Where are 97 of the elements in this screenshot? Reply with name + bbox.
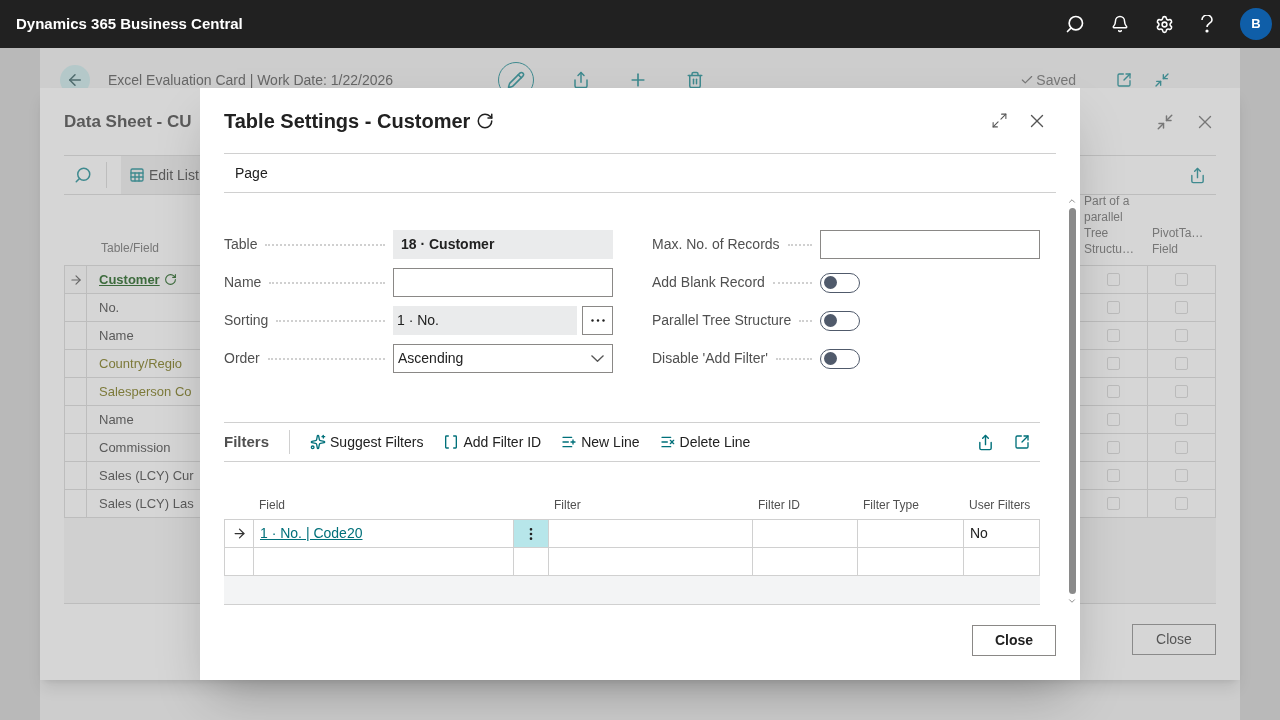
collapse-icon[interactable] — [1156, 112, 1174, 131]
current-row-arrow-icon — [68, 272, 83, 287]
table-field-cell[interactable]: Sales (LCY) Las — [87, 490, 200, 517]
row-menu-cell[interactable] — [514, 520, 549, 547]
checkbox[interactable] — [1107, 441, 1120, 454]
expand-icon[interactable] — [1014, 434, 1030, 450]
filter-action-button[interactable]: Delete Line — [659, 431, 751, 453]
table-field-cell[interactable]: Customer — [87, 266, 200, 293]
checkbox[interactable] — [1107, 385, 1120, 398]
field-label: Name — [224, 273, 262, 292]
checkbox[interactable] — [1175, 357, 1188, 370]
action-icon — [659, 434, 676, 450]
table-field-cell[interactable]: Name — [87, 406, 200, 433]
toggle-switch[interactable] — [820, 310, 860, 331]
field-label: Sorting — [224, 311, 269, 330]
input-field[interactable] — [393, 268, 613, 297]
checkbox[interactable] — [1175, 413, 1188, 426]
field-label: Table — [224, 235, 258, 254]
column-header: Filter — [553, 497, 582, 513]
user-avatar[interactable]: B — [1240, 8, 1272, 40]
input-field[interactable] — [820, 230, 1040, 259]
share-icon[interactable] — [977, 433, 994, 451]
action-icon — [561, 434, 578, 450]
filters-title: Filters — [224, 431, 269, 452]
table-row[interactable]: 1 · No. | Code20 No — [225, 520, 1040, 548]
refresh-icon — [163, 273, 177, 286]
sorting-field: 1 · No. — [393, 306, 577, 335]
lookup-button[interactable] — [582, 306, 613, 335]
refresh-icon[interactable] — [476, 111, 495, 130]
saved-status: Saved — [1036, 70, 1076, 90]
filter-action-button[interactable]: Add Filter ID — [443, 431, 542, 453]
table-field-cell[interactable]: Country/Regio — [87, 350, 200, 377]
checkbox[interactable] — [1175, 497, 1188, 510]
close-button[interactable]: Close — [1132, 624, 1216, 655]
column-header: User Filters — [968, 497, 1032, 513]
scroll-up-icon — [1067, 196, 1077, 206]
toggle-switch[interactable] — [820, 348, 860, 369]
collapse-icon[interactable] — [1154, 72, 1170, 88]
filter-action-button[interactable]: Suggest Filters — [310, 431, 424, 453]
expand-icon[interactable] — [991, 112, 1008, 130]
checkbox[interactable] — [1175, 469, 1188, 482]
close-button[interactable]: Close — [972, 625, 1056, 656]
column-header: Field — [258, 497, 286, 513]
action-icon — [310, 434, 326, 450]
table-field-cell[interactable]: Salesperson Co — [87, 378, 200, 405]
field-label: Add Blank Record — [652, 273, 765, 292]
notification-icon[interactable] — [1111, 15, 1129, 33]
checkbox[interactable] — [1175, 273, 1188, 286]
chevron-down-icon — [591, 355, 604, 362]
page-title: Excel Evaluation Card | Work Date: 1/22/2026 — [108, 70, 395, 90]
help-icon[interactable] — [1200, 15, 1214, 33]
checkbox[interactable] — [1107, 469, 1120, 482]
checkbox[interactable] — [1175, 385, 1188, 398]
table-field: 18 · Customer — [393, 230, 613, 259]
table-field-cell[interactable]: No. — [87, 294, 200, 321]
checkbox[interactable] — [1175, 329, 1188, 342]
toggle-switch[interactable] — [820, 272, 860, 293]
field-label: Parallel Tree Structure — [652, 311, 792, 330]
checkbox[interactable] — [1107, 329, 1120, 342]
user-filters-cell[interactable]: No — [964, 520, 1040, 547]
action-icon — [443, 434, 460, 450]
column-header: Table/Field — [101, 240, 160, 257]
checkbox[interactable] — [1175, 441, 1188, 454]
checkbox[interactable] — [1107, 357, 1120, 370]
order-dropdown[interactable]: Ascending — [393, 344, 613, 373]
dialog-title: Table Settings - Customer — [224, 108, 471, 134]
page-menu-button[interactable]: Page — [224, 162, 279, 184]
more-icon — [590, 319, 605, 322]
column-header: Filter Type — [862, 497, 920, 513]
table-field-cell[interactable]: Name — [87, 322, 200, 349]
table-row[interactable]: Customer — [65, 266, 200, 294]
table-field-cell[interactable]: Commission — [87, 434, 200, 461]
window-title: Data Sheet - CU — [64, 110, 192, 133]
field-label: Disable 'Add Filter' — [652, 349, 768, 368]
checkbox[interactable] — [1107, 497, 1120, 510]
open-new-window-icon[interactable] — [1116, 72, 1132, 88]
scrollbar[interactable] — [1066, 196, 1078, 606]
app-title: Dynamics 365 Business Central — [16, 13, 243, 34]
field-label: Max. No. of Records — [652, 235, 780, 254]
checkbox[interactable] — [1107, 273, 1120, 286]
filter-action-button[interactable]: New Line — [561, 431, 640, 453]
checkbox[interactable] — [1107, 301, 1120, 314]
scroll-down-icon — [1067, 596, 1077, 606]
check-icon — [1020, 73, 1035, 87]
checkbox[interactable] — [1175, 301, 1188, 314]
share-icon[interactable] — [572, 71, 590, 89]
column-header: Filter ID — [757, 497, 801, 513]
search-icon[interactable] — [1065, 14, 1085, 34]
column-header: Part of a parallel Tree Structu… — [1083, 193, 1135, 257]
checkbox[interactable] — [1107, 413, 1120, 426]
share-icon[interactable] — [1189, 166, 1206, 184]
column-header: PivotTa… Field — [1151, 225, 1205, 257]
settings-icon[interactable] — [1155, 14, 1174, 34]
table-field-cell[interactable]: Sales (LCY) Cur — [87, 462, 200, 489]
current-row-arrow-icon — [231, 526, 247, 541]
pencil-icon — [507, 71, 525, 89]
field-label: Order — [224, 349, 260, 368]
